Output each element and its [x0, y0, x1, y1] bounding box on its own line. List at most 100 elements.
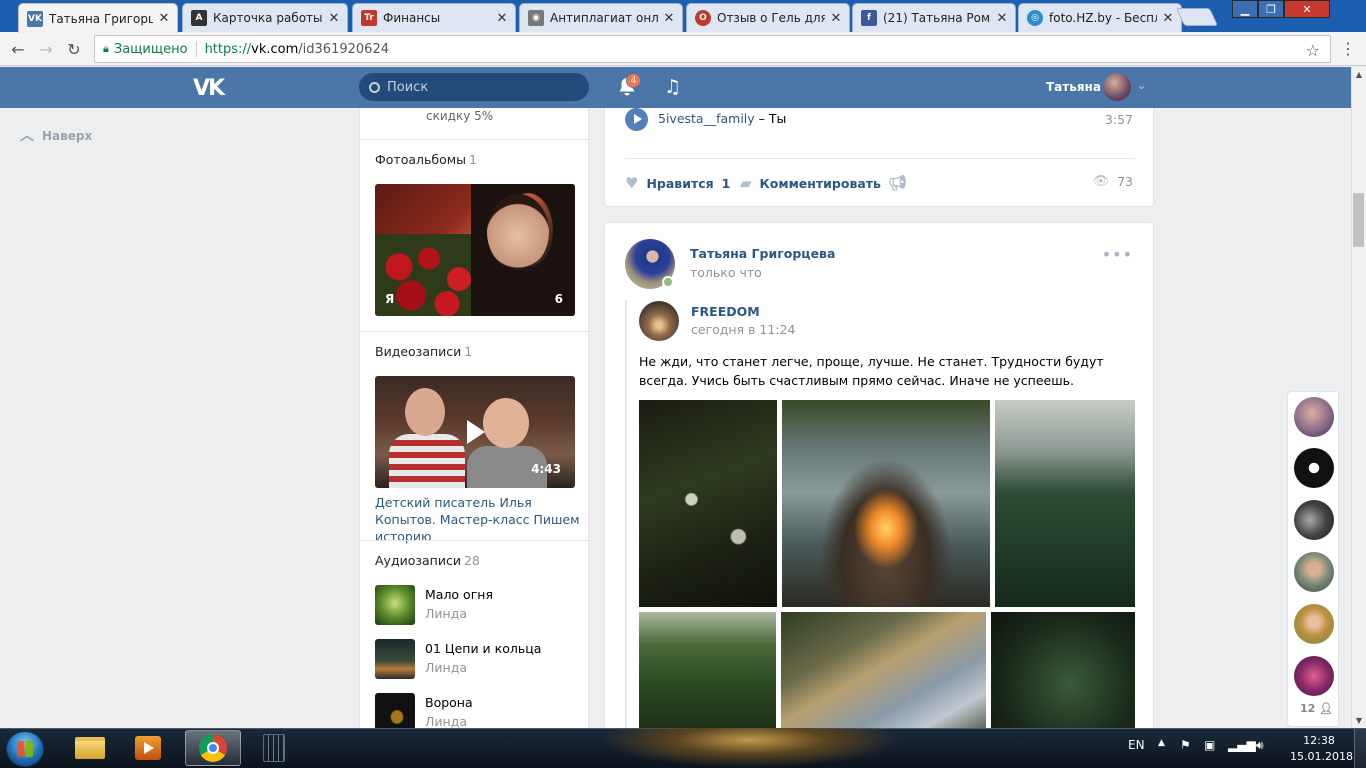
- back-to-top-label: Наверх: [42, 129, 93, 143]
- close-icon[interactable]: ✕: [995, 11, 1009, 26]
- post-photo[interactable]: [995, 400, 1135, 607]
- back-to-top-button[interactable]: ︿ Наверх: [20, 125, 92, 145]
- videos-header[interactable]: Видеозаписи 1: [375, 344, 472, 359]
- friend-avatar[interactable]: [1294, 656, 1334, 696]
- audio-item[interactable]: Мало огня Линда: [375, 585, 580, 625]
- close-icon[interactable]: ✕: [157, 11, 171, 26]
- media-player-icon[interactable]: [122, 730, 174, 766]
- tab-title: Карточка работы #: [213, 11, 323, 25]
- comment-button[interactable]: ▰ Комментировать: [740, 174, 881, 192]
- like-button[interactable]: ♥ Нравится 1: [625, 174, 730, 192]
- scroll-down-icon[interactable]: ▼: [1354, 716, 1364, 725]
- post-photo[interactable]: [782, 400, 990, 607]
- start-button[interactable]: [6, 731, 44, 767]
- clock-date: 15.01.2018: [1290, 750, 1353, 763]
- audio-item[interactable]: Ворона Линда: [375, 693, 580, 733]
- vk-logo[interactable]: VK: [193, 76, 225, 101]
- audios-header[interactable]: Аудиозаписи 28: [375, 553, 480, 568]
- browser-menu-icon[interactable]: ⋮: [1340, 40, 1356, 60]
- post-author-link[interactable]: Татьяна Григорцева: [690, 246, 835, 261]
- reload-button[interactable]: ↻: [62, 37, 86, 61]
- comment-label: Комментировать: [759, 175, 881, 191]
- antiplagiat-a-icon: A: [191, 10, 207, 26]
- friends-online-counter[interactable]: 12 👤︎: [1300, 702, 1333, 715]
- tab-foto-hz[interactable]: ◎ foto.HZ.by - Беспла ✕: [1018, 3, 1182, 32]
- wall-post: Татьяна Григорцева только что ••• FREEDO…: [604, 222, 1154, 742]
- friend-avatar[interactable]: [1294, 397, 1334, 437]
- video-title-link[interactable]: Детский писатель Илья Копытов. Мастер-кл…: [375, 494, 580, 545]
- chevron-down-icon[interactable]: ⌄: [1137, 79, 1146, 92]
- system-clock[interactable]: 12:38 15.01.2018: [1290, 733, 1353, 765]
- tab-facebook[interactable]: f (21) Татьяна Роман ✕: [852, 3, 1016, 32]
- close-icon[interactable]: ✕: [495, 11, 509, 26]
- post-photo[interactable]: [781, 612, 986, 742]
- chrome-icon[interactable]: [185, 730, 241, 766]
- search-input[interactable]: Поиск: [359, 73, 589, 101]
- language-indicator[interactable]: EN: [1128, 738, 1145, 752]
- address-bar[interactable]: 🔒︎ Защищено https://vk.com/id361920624 ☆: [94, 35, 1331, 63]
- tab-vk[interactable]: VK Татьяна Григорцева ✕: [18, 3, 178, 33]
- close-icon[interactable]: ✕: [327, 11, 341, 26]
- calc-shape: [263, 734, 285, 762]
- photo-albums-header[interactable]: Фотоальбомы 1: [375, 152, 477, 167]
- video-thumbnail[interactable]: 4:43: [375, 376, 575, 488]
- repost-avatar[interactable]: [639, 301, 679, 341]
- network-icon[interactable]: ▂▄▆: [1228, 738, 1256, 752]
- friends-online-bar: 12 👤︎: [1287, 391, 1339, 727]
- friend-avatar[interactable]: [1294, 552, 1334, 592]
- scroll-up-icon[interactable]: ▲: [1354, 70, 1364, 79]
- close-icon[interactable]: ✕: [662, 11, 676, 26]
- tab-title: Финансы: [383, 11, 441, 25]
- new-tab-button[interactable]: [1175, 8, 1219, 26]
- user-name[interactable]: Татьяна: [1046, 80, 1101, 94]
- tab-finance[interactable]: Tr Финансы ✕: [352, 3, 516, 32]
- maximize-button[interactable]: ❐: [1258, 0, 1284, 18]
- audio-track[interactable]: 5ivesta__family – Ты: [658, 111, 786, 126]
- friend-avatar[interactable]: [1294, 500, 1334, 540]
- repost-author-link[interactable]: FREEDOM: [691, 304, 760, 319]
- divider: [360, 540, 590, 541]
- tray-expand-icon[interactable]: ▲: [1158, 738, 1165, 748]
- close-window-button[interactable]: ✕: [1284, 0, 1330, 18]
- play-icon[interactable]: [467, 420, 485, 444]
- page-scrollbar[interactable]: [1351, 67, 1366, 728]
- scroll-thumb[interactable]: [1353, 193, 1364, 247]
- friend-avatar[interactable]: [1294, 448, 1334, 488]
- post-photo[interactable]: [639, 612, 776, 742]
- tab-antiplagiat-card[interactable]: A Карточка работы # ✕: [182, 3, 348, 32]
- music-icon[interactable]: ♫: [664, 76, 681, 98]
- calculator-icon[interactable]: [248, 730, 300, 766]
- flag-icon[interactable]: ⚑: [1180, 738, 1191, 752]
- minimize-button[interactable]: ▁: [1232, 0, 1258, 18]
- lock-icon: 🔒︎: [103, 42, 109, 55]
- tab-title: foto.HZ.by - Беспла: [1049, 11, 1157, 25]
- bookmark-star-icon[interactable]: ☆: [1306, 41, 1320, 60]
- volume-icon[interactable]: 🔊︎: [1256, 738, 1264, 753]
- more-options-icon[interactable]: •••: [1102, 245, 1133, 264]
- browser-tabstrip: VK Татьяна Григорцева ✕ A Карточка работ…: [0, 0, 1366, 33]
- close-icon[interactable]: ✕: [829, 11, 843, 26]
- track-dash: –: [758, 111, 765, 126]
- divider: [625, 158, 1135, 159]
- track-artist-link[interactable]: 5ivesta__family: [658, 111, 755, 126]
- forward-button[interactable]: →: [34, 37, 58, 61]
- tab-antiplagiat-online[interactable]: ◉ Антиплагиат онлайн ✕: [519, 3, 683, 32]
- close-icon[interactable]: ✕: [1161, 11, 1175, 26]
- back-button[interactable]: ←: [6, 37, 30, 61]
- post-photo[interactable]: [639, 400, 777, 607]
- audio-item[interactable]: 01 Цепи и кольца Линда: [375, 639, 580, 679]
- explorer-icon[interactable]: [64, 730, 116, 766]
- devices-icon[interactable]: ▣: [1204, 738, 1215, 752]
- photo-album-thumbnail[interactable]: Я 6: [375, 184, 575, 316]
- play-icon[interactable]: [625, 108, 648, 131]
- post-time[interactable]: только что: [690, 265, 762, 280]
- friend-avatar[interactable]: [1294, 604, 1334, 644]
- wall-post: 5ivesta__family – Ты 3:57 ♥ Нравится 1 ▰ Ко…: [604, 108, 1154, 207]
- repost-time[interactable]: сегодня в 11:24: [691, 322, 795, 337]
- tab-otzovik[interactable]: O Отзыв о Гель для н ✕: [686, 3, 850, 32]
- post-photo[interactable]: [991, 612, 1135, 742]
- search-icon: [369, 81, 380, 93]
- share-button[interactable]: 📢︎: [888, 174, 915, 192]
- avatar[interactable]: [1103, 73, 1131, 101]
- show-desktop-button[interactable]: [1354, 729, 1366, 768]
